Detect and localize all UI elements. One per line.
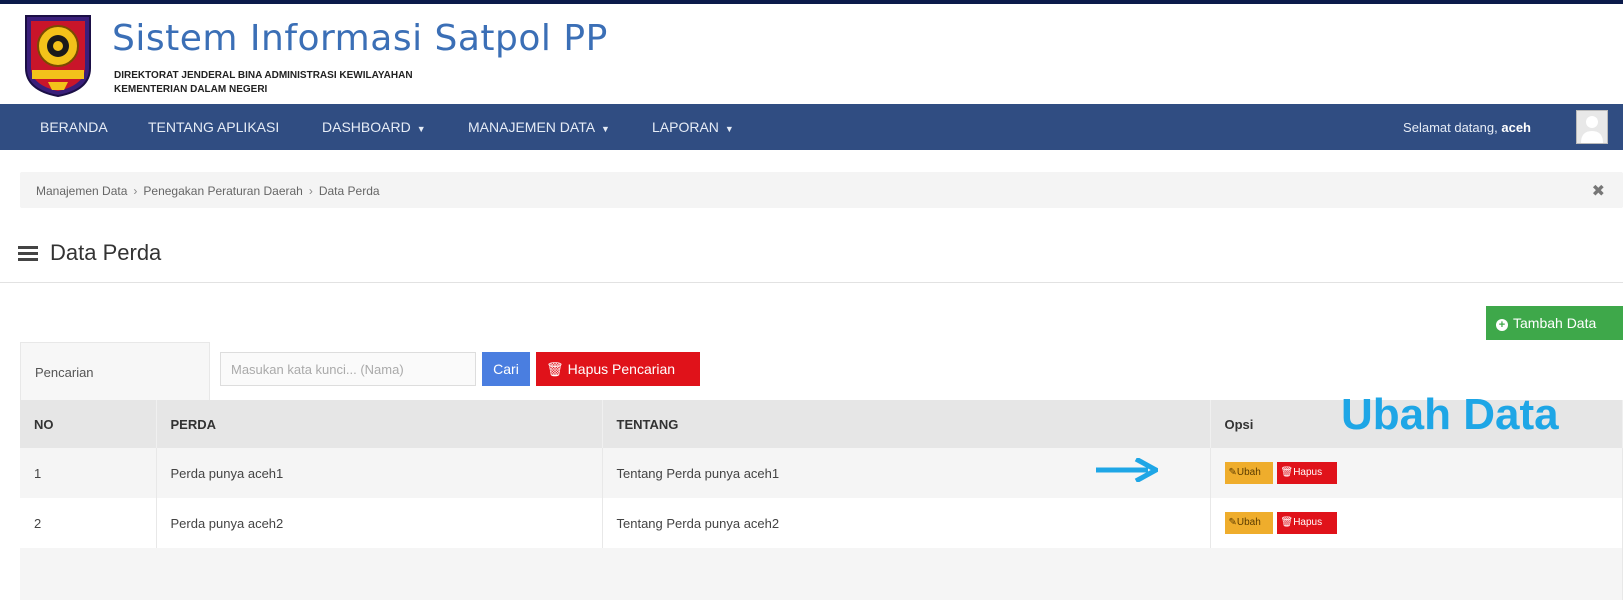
column-header-perda[interactable]: PERDA xyxy=(156,400,603,448)
nav-item-manajemen-data[interactable]: MANAJEMEN DATA ▼ xyxy=(468,119,610,135)
clear-search-button[interactable]: 🗑 Hapus Pencarian xyxy=(536,352,700,386)
cell-perda: Perda punya aceh2 xyxy=(156,498,603,548)
nav-item-tentang-aplikasi[interactable]: TENTANG APLIKASI xyxy=(148,119,279,135)
cell-opsi: ✎Ubah 🗑Hapus xyxy=(1210,498,1623,548)
breadcrumb: Manajemen Data › Penegakan Peraturan Daera… xyxy=(20,172,1623,208)
menu-lines-icon xyxy=(18,241,38,267)
nav-item-dashboard[interactable]: DASHBOARD ▼ xyxy=(322,119,426,135)
main-navbar: BERANDA TENTANG APLIKASI DASHBOARD ▼ MANA… xyxy=(0,104,1623,150)
column-header-no[interactable]: NO xyxy=(20,400,157,448)
cell-opsi: ✎Ubah 🗑Hapus xyxy=(1210,448,1623,498)
breadcrumb-item-manajemen-data[interactable]: Manajemen Data xyxy=(36,184,127,198)
trash-icon: 🗑 xyxy=(1280,467,1294,478)
nav-item-laporan[interactable]: LAPORAN ▼ xyxy=(652,119,734,135)
app-header: Sistem Informasi Satpol PP DIREKTORAT JE… xyxy=(0,4,1623,104)
nav-item-beranda[interactable]: BERANDA xyxy=(40,119,108,135)
breadcrumb-item-penegakan-perda[interactable]: Penegakan Peraturan Daerah xyxy=(143,184,302,198)
cell-perda: Perda punya aceh1 xyxy=(156,448,603,498)
close-icon[interactable]: ✖ xyxy=(1592,181,1605,201)
edit-button[interactable]: ✎Ubah xyxy=(1224,462,1273,484)
trash-icon: 🗑 xyxy=(1280,517,1294,528)
breadcrumb-item-data-perda: Data Perda xyxy=(318,184,380,198)
search-label: Pencarian xyxy=(35,365,94,380)
cell-no: 2 xyxy=(20,498,157,548)
caret-down-icon: ▼ xyxy=(724,124,734,134)
delete-button[interactable]: 🗑Hapus xyxy=(1276,462,1337,484)
search-input[interactable] xyxy=(220,352,476,386)
search-button[interactable]: Cari xyxy=(482,352,530,386)
table-row: 2 Perda punya aceh2 Tentang Perda punya … xyxy=(20,498,1623,548)
username: aceh xyxy=(1501,120,1531,135)
edit-button[interactable]: ✎Ubah xyxy=(1224,512,1273,534)
breadcrumb-separator: › xyxy=(133,184,138,198)
satpol-pp-emblem-icon xyxy=(22,12,94,98)
column-header-tentang[interactable]: TENTANG xyxy=(602,400,1211,448)
page-title: Data Perda xyxy=(18,240,161,267)
caret-down-icon: ▼ xyxy=(601,124,610,134)
app-subtitle-directorate: DIREKTORAT JENDERAL BINA ADMINISTRASI KE… xyxy=(114,70,413,81)
trash-icon: 🗑 xyxy=(546,361,564,377)
annotation-arrow-icon xyxy=(1096,456,1162,487)
app-subtitle-ministry: KEMENTERIAN DALAM NEGERI xyxy=(114,84,268,95)
user-avatar-icon[interactable] xyxy=(1576,110,1608,144)
search-label-cell: Pencarian xyxy=(20,342,210,400)
app-title: Sistem Informasi Satpol PP xyxy=(112,18,608,59)
delete-button[interactable]: 🗑Hapus xyxy=(1276,512,1337,534)
breadcrumb-trail: Manajemen Data › Penegakan Peraturan Daera… xyxy=(36,184,380,198)
add-data-button[interactable]: + Tambah Data xyxy=(1486,306,1623,340)
heading-divider xyxy=(0,282,1623,283)
breadcrumb-separator: › xyxy=(308,184,313,198)
table-row: 1 Perda punya aceh1 Tentang Perda punya … xyxy=(20,448,1623,498)
cell-no: 1 xyxy=(20,448,157,498)
caret-down-icon: ▼ xyxy=(416,124,426,134)
cell-tentang: Tentang Perda punya aceh2 xyxy=(602,498,1211,548)
welcome-text[interactable]: Selamat datang, aceh xyxy=(1403,120,1531,135)
pencil-icon: ✎ xyxy=(1228,517,1237,528)
plus-circle-icon: + xyxy=(1496,319,1508,331)
annotation-label: Ubah Data xyxy=(1341,390,1559,439)
pencil-icon: ✎ xyxy=(1228,467,1237,478)
table-empty-row xyxy=(20,548,1623,600)
